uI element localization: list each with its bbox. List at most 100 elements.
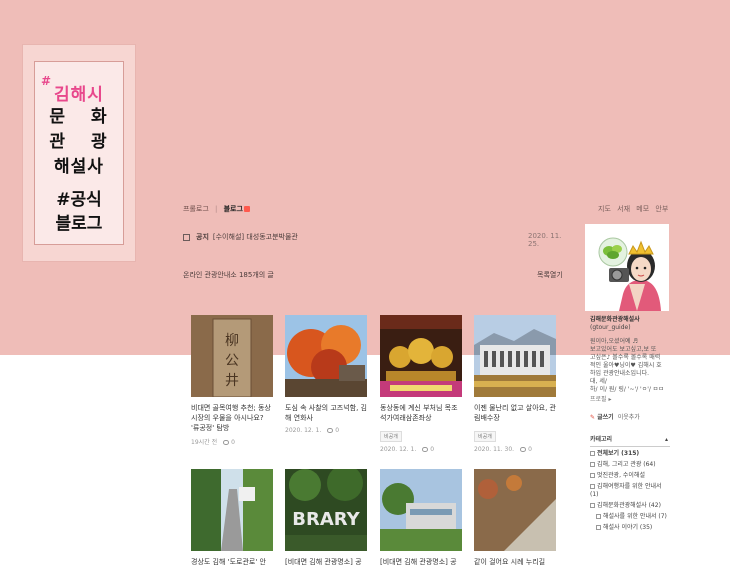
category-folder-icon	[590, 503, 595, 508]
comment-icon	[327, 428, 334, 433]
post-card[interactable]: 경상도 김해 '도로관로' 안	[191, 469, 273, 567]
bio-line: 하/ 이/ 원/ 링/ '~'/ 'ㅇ'/ ㅁㅁ	[590, 386, 664, 393]
profile-name[interactable]: 김해문화관광해설사	[590, 316, 670, 324]
post-thumbnail[interactable]: BRARY	[285, 469, 367, 551]
new-badge-icon	[243, 206, 250, 212]
post-card[interactable]: [비대면 김해 관광명소] 공	[380, 469, 462, 567]
menu-guestbook[interactable]: 안부	[655, 205, 668, 213]
comment-count[interactable]: 0	[430, 446, 434, 453]
bio-line: 하입 관광안내소입니다.	[590, 370, 650, 377]
post-card[interactable]: 柳公井 비대면 골목여행 추천; 동상시장의 우물을 아시나요? '류공정' 탐방…	[191, 315, 273, 446]
post-title[interactable]: 이젠 물난리 없고 살아요, 관림배수장	[474, 403, 556, 423]
post-title[interactable]: 도심 속 사찰의 고즈넉함, 김해 연화사	[285, 403, 367, 423]
post-card[interactable]: 같이 걸어요 시례 누리길	[474, 469, 556, 567]
category-folder-icon	[590, 451, 595, 456]
menu-library[interactable]: 서재	[617, 205, 630, 213]
notice-date: 2020. 11. 25.	[528, 232, 562, 248]
logo-city-text: 김해시	[54, 85, 104, 105]
blog-logo-frame: # 김해시 문 화 관 광 해설사 #공식 블로그	[34, 61, 124, 245]
notice-row[interactable]: 공지 [수이해설] 대성동고분박물관 2020. 11. 25.	[183, 232, 563, 248]
profile-illustration	[585, 224, 669, 311]
profile-more-link[interactable]: 프로필 ▸	[590, 396, 670, 404]
post-thumbnail[interactable]	[380, 315, 462, 397]
logo-tag-1: #공식	[56, 190, 102, 210]
top-menu: 지도 서재 메모 안부	[598, 204, 672, 214]
category-item[interactable]: 김해문화관광해설사 (42)	[590, 502, 670, 510]
svg-text:井: 井	[225, 373, 239, 389]
post-date: 2020. 11. 30.	[474, 446, 515, 453]
category-item[interactable]: 해설사 이야기 (35)	[590, 524, 670, 532]
comment-count[interactable]: 0	[231, 439, 235, 446]
svg-text:柳: 柳	[225, 332, 239, 349]
bio-line: 원이아,오셨어예 ♬	[590, 338, 638, 345]
category-item-label: 김해여행자를 위한 안내서 (1)	[590, 483, 662, 498]
category-folder-icon	[590, 473, 595, 478]
category-folder-icon	[596, 514, 601, 519]
post-meta: 2020. 12. 1. 0	[380, 446, 462, 453]
post-card[interactable]: 도심 속 사찰의 고즈넉함, 김해 연화사 2020. 12. 1. 0	[285, 315, 367, 434]
tab-blog[interactable]: 블로그	[224, 205, 243, 213]
category-heading[interactable]: 카테고리 ▴	[590, 436, 670, 447]
profile-image[interactable]	[585, 224, 669, 311]
write-row: ✎ 글쓰기 이웃추가	[590, 414, 670, 422]
comment-icon	[422, 447, 429, 452]
post-thumbnail[interactable]	[474, 315, 556, 397]
category-heading-text: 카테고리	[590, 436, 613, 443]
post-title[interactable]: 같이 걸어요 시례 누리길	[474, 557, 556, 567]
post-thumbnail[interactable]	[191, 469, 273, 551]
post-date: 2020. 12. 1.	[380, 446, 417, 453]
category-folder-icon	[590, 462, 595, 467]
comment-icon	[520, 447, 527, 452]
post-meta: 2020. 12. 1. 0	[285, 427, 367, 434]
category-folder-icon	[590, 484, 595, 489]
sidebar: 김해문화관광해설사 (gtour_guide) 원이아,오셨어예 ♬ 보고있어도…	[590, 316, 670, 532]
menu-memo[interactable]: 메모	[636, 205, 649, 213]
category-item-label: 해설사를 위한 안내서 (7)	[603, 513, 667, 520]
logo-hash: #	[41, 74, 53, 88]
post-thumbnail[interactable]	[285, 315, 367, 397]
add-neighbor-button[interactable]: 이웃추가	[618, 414, 640, 421]
post-thumbnail[interactable]	[474, 469, 556, 551]
list-open-button[interactable]: 목록열기	[537, 270, 563, 280]
comment-count[interactable]: 0	[528, 446, 532, 453]
notice-title[interactable]: [수이해설] 대성동고분박물관	[213, 233, 298, 241]
category-item[interactable]: 김해, 그리고 관광 (64)	[590, 461, 670, 469]
post-card[interactable]: 이젠 물난리 없고 살아요, 관림배수장 비공개 2020. 11. 30. 0	[474, 315, 556, 453]
category-item[interactable]: 전체보기 (315)	[590, 450, 670, 458]
category-item-label: 김해문화관광해설사 (42)	[597, 502, 661, 509]
category-item[interactable]: 김해여행자를 위한 안내서 (1)	[590, 483, 670, 499]
tab-prologue[interactable]: 프롤로그	[183, 205, 209, 213]
post-title[interactable]: [비대면 김해 관광명소] 공	[285, 557, 367, 567]
profile-id: (gtour_guide)	[590, 324, 631, 331]
post-meta: 19시간 전 0	[191, 437, 273, 446]
bio-line: 고싶은♪ 볼수록 볼수록 매력	[590, 354, 661, 361]
bio-line: 보고있어도 보고싶고,보 또	[590, 346, 657, 353]
profile-bio: 원이아,오셨어예 ♬ 보고있어도 보고싶고,보 또 고싶은♪ 볼수록 볼수록 매…	[590, 338, 670, 394]
post-card[interactable]: BRARY [비대면 김해 관광명소] 공	[285, 469, 367, 567]
notice-icon	[183, 233, 190, 241]
blog-logo[interactable]: # 김해시 문 화 관 광 해설사 #공식 블로그	[22, 44, 136, 262]
post-title[interactable]: [비대면 김해 관광명소] 공	[380, 557, 462, 567]
post-title[interactable]: 비대면 골목여행 추천; 동상시장의 우물을 아시나요? '류공정' 탐방	[191, 403, 273, 433]
chevron-up-icon[interactable]: ▴	[665, 436, 668, 444]
post-card[interactable]: 동상동에 계신 부처님 목조석가여래삼존좌상비공개 2020. 12. 1. 0	[380, 315, 462, 453]
category-item-label: 전체보기 (315)	[597, 450, 640, 457]
post-thumbnail[interactable]: 柳公井	[191, 315, 273, 397]
menu-map[interactable]: 지도	[598, 205, 611, 213]
comment-count[interactable]: 0	[335, 427, 339, 434]
post-thumbnail[interactable]	[380, 469, 462, 551]
category-item-label: 멋진관광, 수이해설	[597, 472, 645, 479]
logo-line-2: 관 광	[49, 132, 117, 152]
post-title[interactable]: 동상동에 계신 부처님 목조석가여래삼존좌상	[380, 403, 462, 423]
write-button[interactable]: 글쓰기	[597, 414, 614, 421]
post-title[interactable]: 경상도 김해 '도로관로' 안	[191, 557, 273, 567]
category-item[interactable]: 해설사를 위한 안내서 (7)	[590, 513, 670, 521]
logo-line-1: 문 화	[49, 107, 117, 127]
category-item[interactable]: 멋진관광, 수이해설	[590, 472, 670, 480]
post-date: 19시간 전	[191, 439, 218, 446]
post-meta: 2020. 11. 30. 0	[474, 446, 556, 453]
post-tag: 비공개	[380, 431, 402, 442]
category-list: 전체보기 (315) 김해, 그리고 관광 (64) 멋진관광, 수이해설김해여행자…	[590, 450, 670, 532]
bio-line: 대, 세/	[590, 378, 607, 385]
logo-line-3: 해설사	[54, 157, 104, 177]
